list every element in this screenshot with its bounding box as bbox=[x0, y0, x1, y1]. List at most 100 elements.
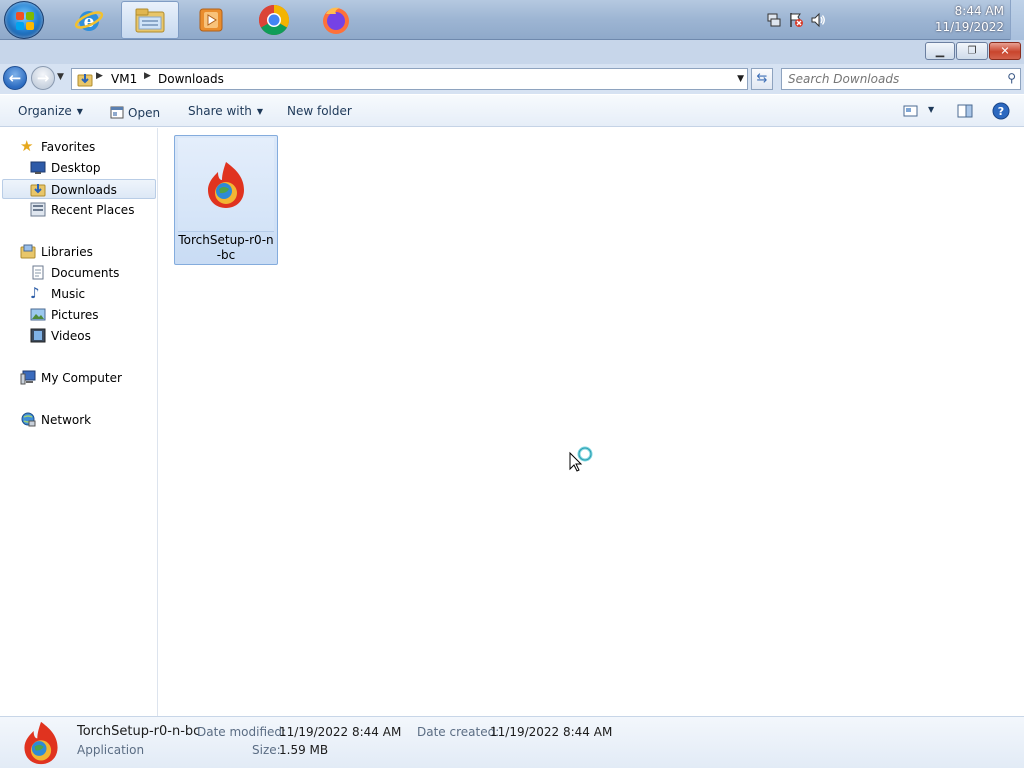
minimize-button[interactable]: ▁ bbox=[925, 42, 955, 60]
search-icon[interactable]: ⚲ bbox=[1007, 71, 1016, 85]
date-modified-label: Date modified: bbox=[197, 725, 287, 739]
recent-pages-dropdown[interactable]: ▼ bbox=[57, 72, 64, 82]
show-desktop-button[interactable] bbox=[1010, 0, 1024, 40]
share-with-label: Share with bbox=[188, 104, 252, 118]
nav-music[interactable]: ♪ Music bbox=[2, 284, 156, 304]
taskbar-internet-explorer[interactable]: e bbox=[60, 1, 118, 39]
chevron-down-icon: ▼ bbox=[76, 107, 83, 116]
address-dropdown-icon[interactable]: ▼ bbox=[737, 74, 744, 84]
media-player-icon bbox=[199, 8, 223, 32]
nav-libraries[interactable]: Libraries bbox=[2, 242, 156, 262]
breadcrumb-separator-icon[interactable]: ▶ bbox=[96, 71, 103, 81]
file-item[interactable]: TorchSetup-r0-n-bc bbox=[174, 135, 278, 265]
taskbar-chrome[interactable] bbox=[245, 1, 303, 39]
change-view-icon[interactable] bbox=[902, 102, 920, 120]
torch-browser-icon bbox=[208, 162, 244, 208]
clock-time: 8:44 AM bbox=[954, 4, 1004, 18]
window-titlebar: ▁ ❐ ✕ bbox=[0, 40, 1024, 64]
organize-button[interactable]: Organize ▼ bbox=[18, 104, 83, 118]
network-icon bbox=[21, 412, 36, 427]
nav-label: Recent Places bbox=[51, 203, 135, 217]
start-button[interactable] bbox=[4, 1, 44, 39]
svg-text:?: ? bbox=[998, 105, 1004, 118]
windows-logo-icon bbox=[16, 12, 34, 30]
organize-label: Organize bbox=[18, 104, 72, 118]
forward-button[interactable]: → bbox=[31, 66, 55, 90]
downloads-folder-icon bbox=[77, 74, 93, 87]
new-folder-button[interactable]: New folder bbox=[287, 104, 352, 118]
taskbar-windows-explorer[interactable] bbox=[121, 1, 179, 39]
open-label: Open bbox=[128, 106, 161, 120]
nav-label: Downloads bbox=[51, 183, 117, 197]
details-file-type: Application bbox=[77, 743, 145, 757]
breadcrumb-vm1[interactable]: VM1 bbox=[111, 72, 137, 86]
downloads-folder-icon bbox=[30, 184, 46, 197]
volume-icon[interactable] bbox=[810, 12, 826, 28]
chevron-down-icon: ▼ bbox=[256, 107, 264, 116]
taskbar-clock[interactable]: 8:44 AM 11/19/2022 bbox=[935, 3, 1004, 35]
nav-documents[interactable]: Documents bbox=[2, 263, 156, 283]
file-thumbnail bbox=[178, 138, 274, 232]
clock-date: 11/19/2022 bbox=[934, 20, 1004, 34]
recent-places-icon bbox=[30, 202, 46, 217]
date-modified-value: 11/19/2022 8:44 AM bbox=[279, 725, 402, 739]
new-folder-label: New folder bbox=[287, 104, 352, 118]
search-box[interactable]: ⚲ bbox=[781, 68, 1021, 90]
navigation-pane: ★ Favorites Desktop Downloads Recent Pla… bbox=[0, 128, 158, 716]
music-note-icon: ♪ bbox=[30, 284, 40, 302]
action-center-icon[interactable] bbox=[788, 12, 804, 28]
nav-network[interactable]: Network bbox=[2, 410, 156, 430]
nav-label: Music bbox=[51, 287, 86, 301]
address-bar[interactable]: ▶ VM1 ▶ Downloads ▼ bbox=[71, 68, 748, 90]
star-icon: ★ bbox=[20, 137, 34, 155]
breadcrumb-downloads[interactable]: Downloads bbox=[158, 72, 224, 86]
application-icon bbox=[110, 106, 124, 119]
nav-label: Pictures bbox=[51, 308, 99, 322]
details-file-name: TorchSetup-r0-n-bc bbox=[77, 724, 201, 739]
close-button[interactable]: ✕ bbox=[989, 42, 1021, 60]
back-button[interactable]: ← bbox=[3, 66, 27, 90]
taskbar-media-player[interactable] bbox=[182, 1, 240, 39]
desktop-icon bbox=[30, 161, 46, 174]
nav-my-computer[interactable]: My Computer bbox=[2, 368, 156, 388]
nav-label: Libraries bbox=[41, 245, 93, 259]
file-list-view[interactable]: TorchSetup-r0-n-bc bbox=[159, 128, 1024, 716]
help-icon[interactable]: ? bbox=[992, 102, 1010, 120]
command-bar: Organize ▼ Open Share with ▼ New folder ▼ … bbox=[0, 95, 1024, 127]
nav-label: Favorites bbox=[41, 140, 96, 154]
share-with-button[interactable]: Share with ▼ bbox=[188, 104, 263, 118]
nav-downloads[interactable]: Downloads bbox=[2, 179, 156, 199]
nav-pictures[interactable]: Pictures bbox=[2, 305, 156, 325]
taskbar-firefox[interactable] bbox=[307, 1, 365, 39]
nav-favorites[interactable]: ★ Favorites bbox=[2, 137, 156, 157]
open-button[interactable]: Open bbox=[110, 104, 160, 120]
busy-cursor-icon bbox=[569, 446, 593, 472]
network-status-icon[interactable] bbox=[766, 12, 782, 28]
folder-icon bbox=[135, 8, 165, 33]
restore-button[interactable]: ❐ bbox=[956, 42, 988, 60]
address-row: ← → ▼ ▶ VM1 ▶ Downloads ▼ ⇆ ⚲ bbox=[0, 64, 1024, 94]
file-name[interactable]: TorchSetup-r0-n-bc bbox=[177, 233, 275, 263]
search-input[interactable] bbox=[786, 71, 996, 87]
minimize-icon: ▁ bbox=[935, 44, 945, 58]
nav-recent-places[interactable]: Recent Places bbox=[2, 200, 156, 220]
restore-icon: ❐ bbox=[967, 45, 977, 57]
torch-browser-icon bbox=[24, 721, 58, 765]
nav-label: My Computer bbox=[41, 371, 122, 385]
preview-pane-icon[interactable] bbox=[956, 102, 974, 120]
back-arrow-icon: ← bbox=[8, 69, 22, 87]
computer-icon bbox=[20, 370, 36, 385]
date-created-value: 11/19/2022 8:44 AM bbox=[490, 725, 613, 739]
refresh-button[interactable]: ⇆ bbox=[751, 68, 773, 90]
nav-label: Documents bbox=[51, 266, 120, 280]
refresh-icon: ⇆ bbox=[756, 71, 768, 86]
firefox-icon bbox=[323, 7, 349, 34]
breadcrumb-separator-icon[interactable]: ▶ bbox=[144, 71, 151, 81]
nav-label: Network bbox=[41, 413, 92, 427]
nav-desktop[interactable]: Desktop bbox=[2, 158, 156, 178]
view-options-dropdown-icon[interactable]: ▼ bbox=[928, 105, 934, 114]
size-value: 1.59 MB bbox=[279, 743, 329, 757]
videos-icon bbox=[30, 328, 46, 343]
nav-videos[interactable]: Videos bbox=[2, 326, 156, 346]
nav-label: Desktop bbox=[51, 161, 101, 175]
